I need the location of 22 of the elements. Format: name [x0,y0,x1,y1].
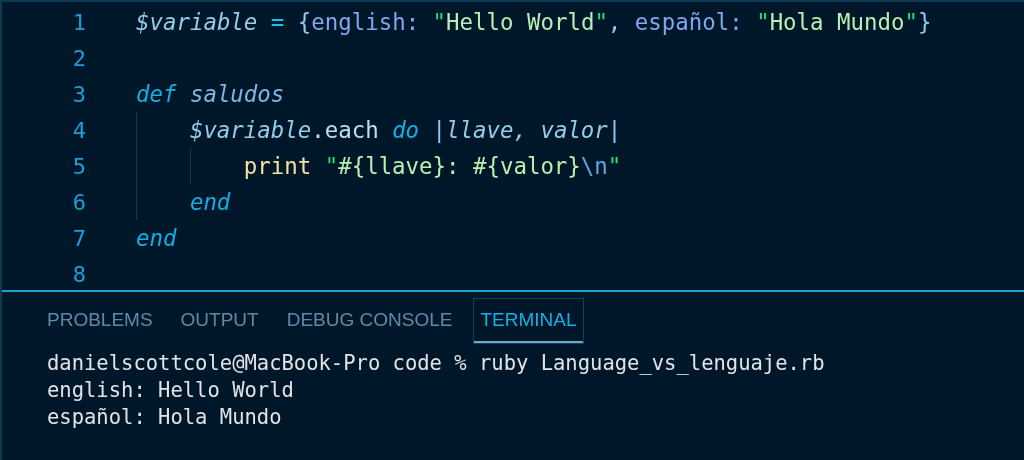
terminal-line: english: Hello World [47,377,295,404]
panel-tab[interactable]: PROBLEMS [40,298,160,344]
line-number: 1 [71,9,86,35]
code-line: def saludos [136,81,285,107]
code-line: $variable.each do |llave, valor| [189,117,622,143]
code-editor[interactable]: 1 $variable = {english: "Hello World", español: "Hola Mundo"} 2 3 def saludos 4 $variable.each do |llave, valor| 5 print "#{llave}: #{valor}\n" 6 end 7 end 8 [2,0,1024,292]
code-line: print "#{llave}: #{valor}\n" [243,153,622,179]
code-line: end [136,225,177,251]
code-line: $variable = {english: "Hello World", español: "Hola Mundo"} [136,9,932,35]
terminal-line: danielscottcole@MacBook-Pro code % ruby Language_vs_lenguaje.rb [47,350,826,377]
line-number: 3 [71,81,86,107]
line-number: 8 [71,261,86,287]
line-number: 5 [71,153,86,179]
line-number: 4 [71,117,86,143]
panel-tab[interactable]: TERMINAL [473,298,584,344]
line-number: 2 [71,45,86,71]
panel-tab[interactable]: OUTPUT [173,298,266,344]
line-number: 6 [71,189,86,215]
code-line: end [189,189,231,215]
terminal-line: español: Hola Mundo [47,404,283,431]
line-number: 7 [71,225,86,251]
panel-tab[interactable]: DEBUG CONSOLE [279,298,460,344]
